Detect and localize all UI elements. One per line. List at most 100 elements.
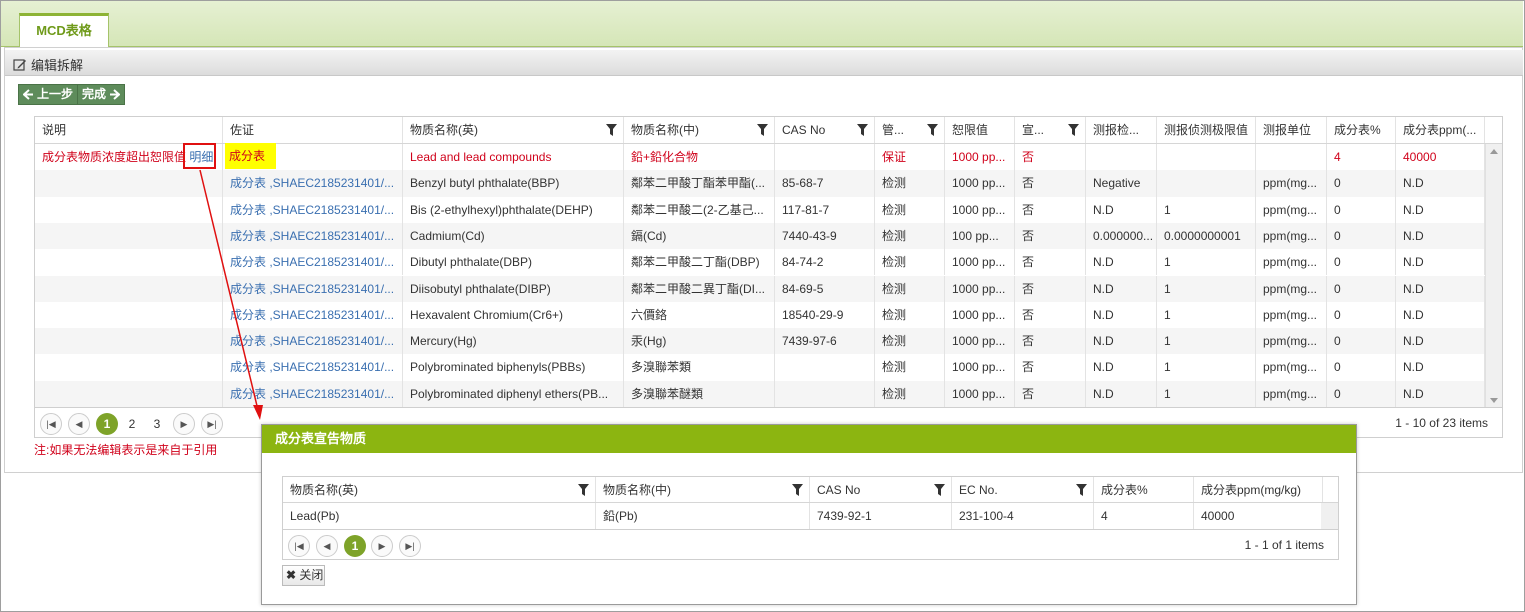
col-header-evidence[interactable]: 佐证 (223, 117, 403, 143)
scroll-up-icon[interactable] (1490, 149, 1498, 154)
filter-icon[interactable] (578, 484, 589, 496)
table-row[interactable]: 成分表 ,SHAEC2185231401/... Bis (2-ethylhexy… (35, 196, 1485, 223)
evidence-highlight-label[interactable]: 成分表 (225, 143, 265, 169)
col-header-name-cn[interactable]: 物质名称(中) (624, 117, 775, 143)
dlg-col-cas-label: CAS No (817, 483, 861, 497)
prev-step-button[interactable]: 上一步 (18, 84, 79, 105)
cell-declare: 否 (1015, 354, 1086, 381)
dialog-scrollbar[interactable] (1321, 503, 1338, 529)
col-header-ppm[interactable]: 成分表ppm(... (1396, 117, 1485, 143)
table-row[interactable]: 成分表 ,SHAEC2185231401/... Dibutyl phthalat… (35, 249, 1485, 276)
page-1-button[interactable]: 1 (96, 413, 118, 435)
dlg-col-ec[interactable]: EC No. (952, 477, 1094, 502)
next-page-icon[interactable]: ▶ (173, 413, 195, 435)
filter-icon[interactable] (927, 124, 938, 136)
filter-icon[interactable] (606, 124, 617, 136)
cell-name-en: Polybrominated diphenyl ethers(PB... (403, 380, 624, 407)
cell-name-en: Mercury(Hg) (403, 328, 624, 355)
cell-name-cn: 多溴聯苯類 (624, 354, 775, 381)
cell-detection-limit (1157, 170, 1256, 197)
col-header-name-en[interactable]: 物质名称(英) (403, 117, 624, 143)
col-header-management[interactable]: 管... (875, 117, 945, 143)
scroll-down-icon[interactable] (1490, 398, 1498, 403)
cell-evidence[interactable]: 成分表 ,SHAEC2185231401/... (223, 196, 403, 223)
cell-declare: 否 (1015, 301, 1086, 329)
close-button[interactable]: ✖ 关闭 (282, 565, 325, 586)
cell-limit: 100 pp... (945, 222, 1015, 250)
cell-evidence[interactable]: 成分表 ,SHAEC2185231401/... (223, 222, 403, 250)
dlg-col-cas[interactable]: CAS No (810, 477, 952, 502)
table-row[interactable]: 成分表 ,SHAEC2185231401/... Mercury(Hg) 汞(Hg)… (35, 328, 1485, 355)
cell-name-cn: 鄰苯二甲酸二異丁酯(DI... (624, 275, 775, 302)
pager-info: 1 - 10 of 23 items (1395, 416, 1488, 430)
finish-button[interactable]: 完成 (77, 84, 126, 105)
next-page-icon[interactable]: ▶ (371, 535, 393, 557)
filter-icon[interactable] (792, 484, 803, 496)
col-header-management-label: 管... (882, 123, 905, 137)
cell-name-cn: 鄰苯二甲酸丁酯苯甲酯(... (624, 170, 775, 197)
declared-substance-dialog: 成分表宣告物质 物质名称(英) 物质名称(中) CAS No EC No. 成分… (261, 424, 1357, 605)
cell-percent: 0 (1327, 222, 1396, 250)
dialog-page-1-button[interactable]: 1 (344, 535, 366, 557)
page-2-button[interactable]: 2 (121, 413, 143, 435)
cell-name-en: Polybrominated biphenyls(PBBs) (403, 354, 624, 381)
filter-icon[interactable] (1076, 484, 1087, 496)
cell-evidence[interactable]: 成分表 ,SHAEC2185231401/... (223, 275, 403, 302)
dlg-col-name-en[interactable]: 物质名称(英) (283, 477, 596, 502)
cell-cas: 85-68-7 (775, 170, 875, 197)
col-header-cas[interactable]: CAS No (775, 117, 875, 143)
last-page-icon[interactable]: ▶| (201, 413, 223, 435)
dialog-grid: 物质名称(英) 物质名称(中) CAS No EC No. 成分表% 成分表pp… (282, 476, 1339, 530)
dlg-col-percent[interactable]: 成分表% (1094, 477, 1194, 502)
first-page-icon[interactable]: |◀ (40, 413, 62, 435)
table-row[interactable]: 成分表 ,SHAEC2185231401/... Hexavalent Chrom… (35, 301, 1485, 329)
cell-name-cn: 鉛+鉛化合物 (624, 144, 775, 171)
cell-detection-limit: 1 (1157, 380, 1256, 407)
col-header-unit[interactable]: 测报单位 (1256, 117, 1327, 143)
table-row[interactable]: 成分表 ,SHAEC2185231401/... Polybrominated d… (35, 380, 1485, 407)
col-header-detection-limit[interactable]: 测报侦测极限值 (1157, 117, 1256, 143)
table-row[interactable]: 成分表 ,SHAEC2185231401/... Diisobutyl phtha… (35, 275, 1485, 302)
col-header-declare[interactable]: 宣... (1015, 117, 1086, 143)
first-page-icon[interactable]: |◀ (288, 535, 310, 557)
dlg-col-name-en-label: 物质名称(英) (290, 483, 358, 497)
cell-evidence[interactable]: 成分表 ,SHAEC2185231401/... (223, 328, 403, 355)
dialog-pager: |◀ ◀ 1 ▶ ▶| 1 - 1 of 1 items (282, 530, 1339, 560)
cell-evidence[interactable]: 成分表 ,SHAEC2185231401/... (223, 301, 403, 329)
prev-page-icon[interactable]: ◀ (68, 413, 90, 435)
cell-evidence[interactable]: 成分表 ,SHAEC2185231401/... (223, 380, 403, 407)
cell-detection: N.D (1086, 328, 1157, 355)
filter-icon[interactable] (757, 124, 768, 136)
filter-icon[interactable] (857, 124, 868, 136)
col-header-description[interactable]: 说明 (35, 117, 223, 143)
cell-percent: 0 (1327, 301, 1396, 329)
col-header-detection[interactable]: 测报检... (1086, 117, 1157, 143)
cell-evidence[interactable]: 成分表 ,SHAEC2185231401/... (223, 170, 403, 197)
description-text: 成分表物质浓度超出恕限值 (42, 150, 187, 164)
prev-page-icon[interactable]: ◀ (316, 535, 338, 557)
tab-mcd-table[interactable]: MCD表格 (19, 13, 109, 48)
table-row[interactable]: 成分表 ,SHAEC2185231401/... Polybrominated b… (35, 354, 1485, 381)
cell-evidence[interactable]: 成分表 ,SHAEC2185231401/... (223, 249, 403, 276)
table-row[interactable]: 成分表 ,SHAEC2185231401/... Cadmium(Cd) 鎘(Cd)… (35, 222, 1485, 250)
dialog-grid-header: 物质名称(英) 物质名称(中) CAS No EC No. 成分表% 成分表pp… (283, 477, 1338, 503)
filter-icon[interactable] (1068, 124, 1079, 136)
last-page-icon[interactable]: ▶| (399, 535, 421, 557)
table-row[interactable]: Lead(Pb) 鉛(Pb) 7439-92-1 231-100-4 4 400… (283, 503, 1323, 529)
dlg-col-ppm[interactable]: 成分表ppm(mg/kg) (1194, 477, 1323, 502)
col-header-percent[interactable]: 成分表% (1327, 117, 1396, 143)
cell-description (35, 170, 223, 197)
cell-name-cn: 鄰苯二甲酸二丁酯(DBP) (624, 249, 775, 276)
cell-management: 检测 (875, 196, 945, 223)
cell-evidence[interactable]: 成分表 ,SHAEC2185231401/... (223, 354, 403, 381)
page-3-button[interactable]: 3 (146, 413, 168, 435)
edit-disassemble-button[interactable]: 编辑拆解 (13, 55, 83, 74)
table-row[interactable]: 成分表 ,SHAEC2185231401/... Benzyl butyl pht… (35, 170, 1485, 197)
grid-scrollbar[interactable] (1485, 144, 1502, 407)
col-header-limit[interactable]: 恕限值 (945, 117, 1015, 143)
cell-detection: N.D (1086, 301, 1157, 329)
cell-name-en: Bis (2-ethylhexyl)phthalate(DEHP) (403, 196, 624, 223)
dlg-col-name-cn[interactable]: 物质名称(中) (596, 477, 810, 502)
filter-icon[interactable] (934, 484, 945, 496)
cell-detection: 0.000000... (1086, 222, 1157, 250)
